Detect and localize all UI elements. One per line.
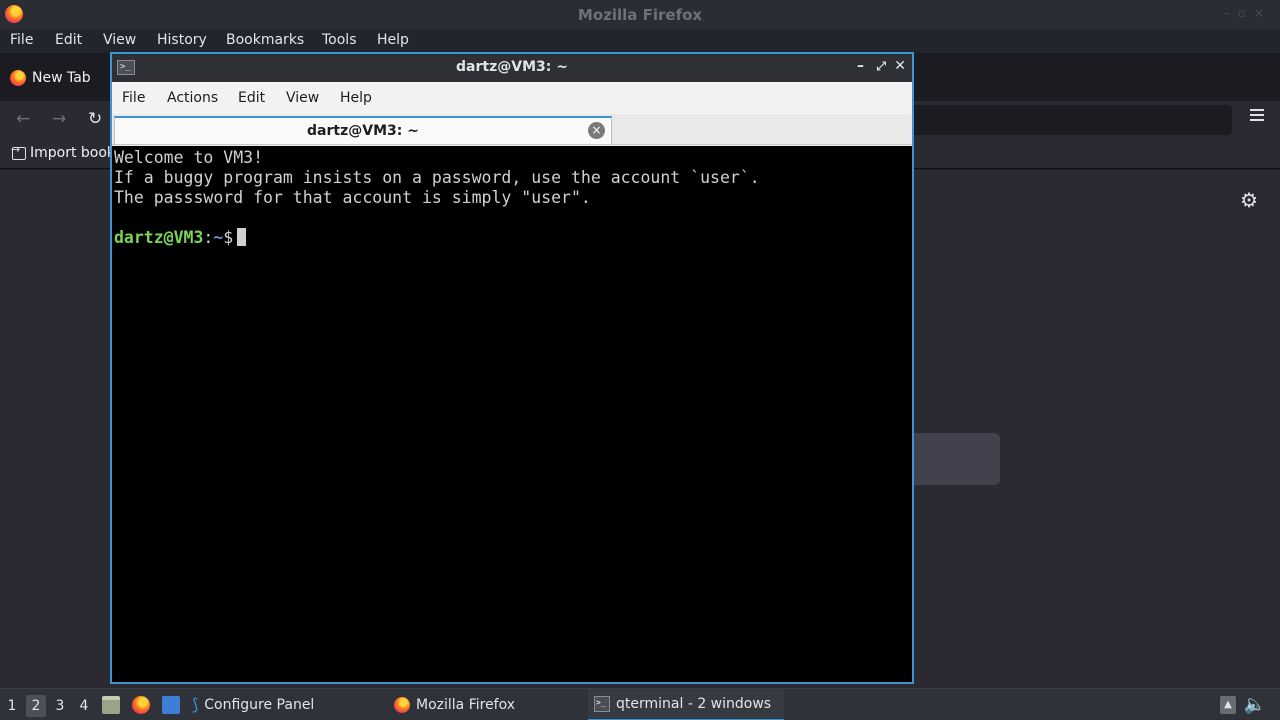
forward-arrow-icon[interactable]: → (52, 109, 66, 129)
prompt-symbol: $ (223, 228, 234, 247)
qterminal-tabbar: dartz@VM3: ~ × (112, 114, 912, 145)
import-bookmarks-button[interactable]: Import book (11, 143, 116, 162)
terminal-line: Welcome to VM3! (114, 148, 264, 167)
tab-close-icon[interactable]: × (588, 122, 605, 139)
firefox-launcher-icon[interactable] (132, 696, 150, 714)
task-qterminal-label: qterminal - 2 windows (616, 696, 772, 712)
close-icon[interactable]: ✕ (894, 58, 906, 74)
prompt-path: ~ (213, 228, 224, 247)
terminal-output[interactable]: Welcome to VM3! If a buggy program insist… (112, 146, 912, 682)
terminal-prompt-line: dartz@VM3:~$ (114, 228, 910, 248)
task-firefox-label: Mozilla Firefox (416, 697, 516, 713)
tray-expand-icon[interactable]: ▲ (1220, 696, 1236, 714)
import-icon (11, 143, 26, 160)
show-desktop-icon[interactable] (162, 696, 180, 714)
qterminal-menu-file[interactable]: File (122, 90, 145, 106)
minimize-icon[interactable]: – (857, 58, 864, 74)
gear-icon[interactable]: ⚙ (1240, 188, 1258, 212)
firefox-titlebar: Mozilla Firefox –▫× (0, 0, 1280, 29)
qterminal-menu-actions[interactable]: Actions (167, 90, 218, 106)
desktop-switch-2[interactable]: 2 (26, 695, 46, 717)
taskbar: 1 2 3 4 ⟆ Configure Panel Mozilla Firefo… (0, 688, 1280, 720)
qterminal-titlebar[interactable]: >_ dartz@VM3: ~ – ⤢ ✕ (112, 54, 912, 82)
back-arrow-icon[interactable]: ← (16, 109, 30, 129)
firefox-menu-view[interactable]: View (103, 32, 136, 48)
terminal-icon: >_ (594, 696, 610, 712)
qterminal-window-title: dartz@VM3: ~ (456, 59, 568, 75)
terminal-line: If a buggy program insists on a password… (114, 168, 760, 187)
maximize-icon[interactable]: ⤢ (876, 59, 886, 74)
firefox-menu-file[interactable]: File (10, 32, 33, 48)
task-configure-panel[interactable]: ⟆ Configure Panel (186, 689, 320, 720)
qterminal-menu-help[interactable]: Help (340, 90, 372, 106)
qterminal-tab[interactable]: dartz@VM3: ~ × (114, 116, 612, 144)
firefox-menu-help[interactable]: Help (377, 32, 409, 48)
firefox-url-bar[interactable] (900, 105, 1232, 135)
firefox-tab-new-tab[interactable]: New Tab (6, 63, 91, 93)
firefox-menu-tools[interactable]: Tools (322, 32, 357, 48)
firefox-menu-history[interactable]: History (157, 32, 207, 48)
configure-panel-icon: ⟆ (192, 695, 199, 714)
firefox-window-controls[interactable]: –▫× (1224, 6, 1272, 20)
firefox-icon (394, 697, 410, 713)
menu-hamburger-icon[interactable] (1250, 109, 1264, 121)
prompt-separator: : (203, 228, 214, 247)
task-qterminal[interactable]: >_ qterminal - 2 windows (588, 689, 784, 720)
qterminal-menu-view[interactable]: View (286, 90, 319, 106)
terminal-cursor (237, 228, 247, 246)
file-manager-icon[interactable] (102, 696, 120, 714)
desktop-switch-3[interactable]: 3 (50, 695, 70, 717)
qterminal-window: >_ dartz@VM3: ~ – ⤢ ✕ File Actions Edit … (110, 52, 914, 684)
task-firefox[interactable]: Mozilla Firefox (388, 689, 521, 720)
qterminal-menu-edit[interactable]: Edit (238, 90, 265, 106)
firefox-icon (10, 70, 26, 86)
import-bookmarks-label: Import book (30, 145, 116, 161)
firefox-menu-bookmarks[interactable]: Bookmarks (226, 32, 304, 48)
prompt-user-host: dartz@VM3 (114, 228, 204, 247)
reload-icon[interactable]: ↻ (88, 109, 102, 129)
task-configure-panel-label: Configure Panel (204, 697, 315, 713)
qterminal-menubar: File Actions Edit View Help (112, 82, 912, 114)
desktop-switch-1[interactable]: 1 (2, 695, 22, 717)
desktop-switch-4[interactable]: 4 (74, 695, 94, 717)
speaker-icon[interactable]: 🔈 (1244, 694, 1266, 715)
terminal-line: The passsword for that account is simply… (114, 188, 591, 207)
qterminal-tab-label: dartz@VM3: ~ (307, 123, 419, 139)
firefox-menubar: File Edit View History Bookmarks Tools H… (0, 29, 1280, 53)
firefox-menu-edit[interactable]: Edit (55, 32, 82, 48)
firefox-window-title: Mozilla Firefox (577, 6, 703, 24)
firefox-tab-label: New Tab (32, 70, 91, 86)
